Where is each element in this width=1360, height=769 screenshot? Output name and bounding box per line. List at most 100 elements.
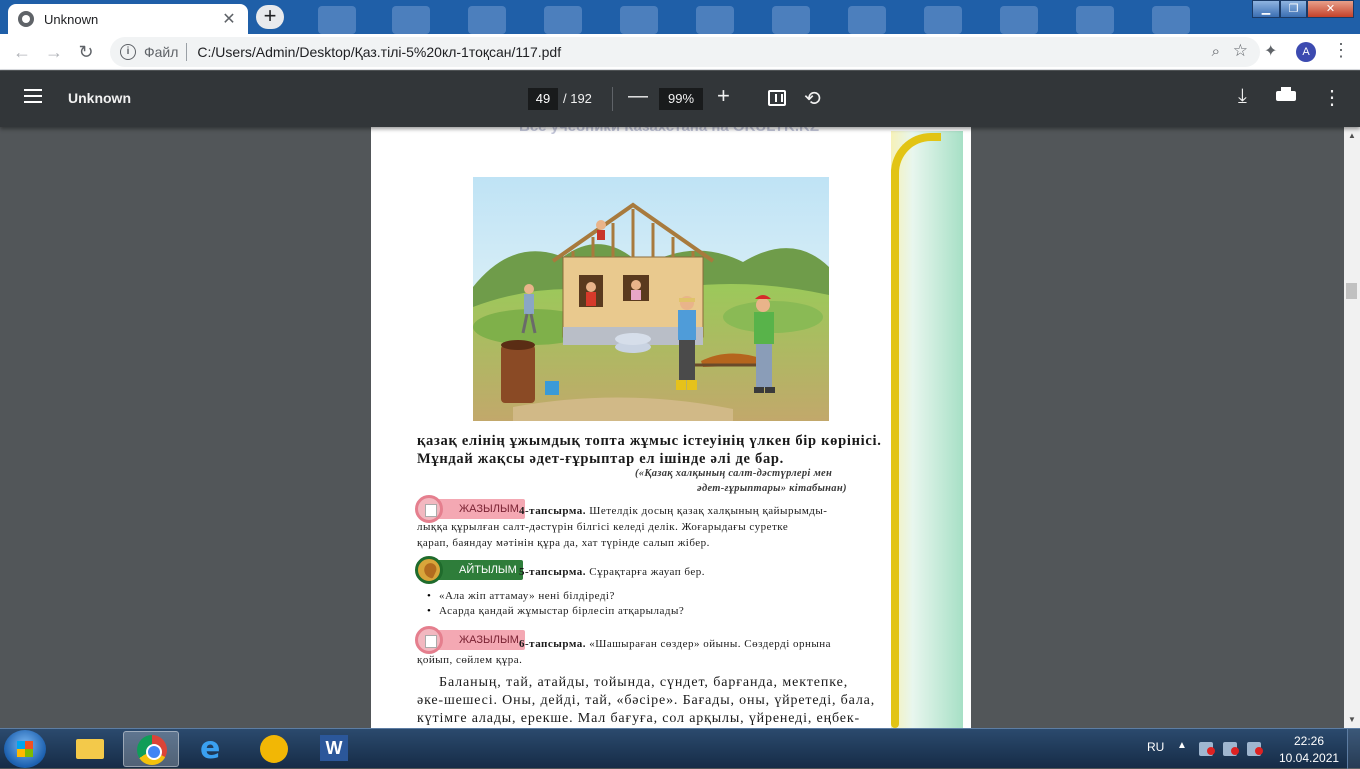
scroll-down-arrow-icon[interactable]: ▼ — [1348, 715, 1356, 724]
text-line: қазақ елінің ұжымдық топта жұмыс істеуін… — [417, 433, 882, 449]
page-number-input[interactable]: 49 — [528, 88, 558, 110]
page-total: / 192 — [563, 91, 592, 106]
text-line: Мұндай жақсы әдет-ғұрыптар ел ішінде әлі… — [417, 451, 784, 467]
info-icon[interactable]: i — [120, 43, 136, 60]
task-label: 5-тапсырма. — [519, 566, 586, 578]
scroll-thumb[interactable] — [1346, 283, 1357, 299]
fit-to-page-icon[interactable] — [768, 90, 786, 106]
address-scheme: Файл — [144, 43, 179, 60]
desktop-icon — [848, 6, 886, 34]
bullet-icon: • — [427, 590, 431, 602]
close-tab-icon[interactable]: ✕ — [220, 9, 238, 29]
desktop-icon — [620, 6, 658, 34]
page-decoration — [891, 131, 963, 728]
zoom-magnifier-icon[interactable]: ⌕ — [1212, 43, 1220, 60]
pdf-title: Unknown — [68, 90, 131, 106]
reload-icon[interactable]: ↻ — [70, 36, 102, 68]
internet-explorer-icon[interactable] — [184, 731, 240, 767]
task-6-text: қойып, сөйлем құра. — [417, 654, 523, 666]
paragraph-line: күтімге алады, ерекше. Мал бағуға, сол а… — [417, 711, 860, 726]
windows-taskbar: RU ▲ 22:26 10.04.2021 — [0, 728, 1360, 769]
pdf-page: Все учебники Казахстана на OKULYK.KZ — [371, 127, 971, 728]
browser-toolbar: ← → ↻ i Файл C:/Users/Admin/Desktop/Қаз.… — [0, 34, 1360, 70]
print-icon[interactable] — [1276, 87, 1296, 103]
error-x-icon — [1231, 747, 1239, 755]
illustration-svg — [473, 177, 829, 421]
bookmark-star-icon[interactable]: ☆ — [1233, 41, 1248, 61]
chrome-icon[interactable] — [123, 731, 179, 767]
task-6-text: 6-тапсырма. «Шашыраған сөздер» ойыны. Сө… — [519, 638, 831, 650]
task-text: «Шашыраған сөздер» ойыны. Сөздерді орнын… — [585, 638, 832, 650]
task-text: Сұрақтарға жауап бер. — [585, 566, 706, 578]
extensions-puzzle-icon[interactable]: ✦ — [1264, 41, 1277, 61]
address-bar[interactable]: i Файл C:/Users/Admin/Desktop/Қаз.тілі-5… — [110, 36, 1260, 67]
tab-strip: Unknown ✕ + ▁ ❐ ✕ — [0, 0, 1360, 34]
desktop-icon — [544, 6, 582, 34]
watermark: Все учебники Казахстана на OKULYK.KZ — [519, 127, 819, 135]
toolbar-divider — [612, 87, 613, 111]
back-arrow-icon[interactable]: ← — [6, 36, 38, 68]
notebook-icon — [415, 495, 443, 523]
globe-icon — [18, 11, 34, 27]
file-explorer-icon[interactable] — [62, 731, 118, 767]
source-citation: әдет-ғұрыптары» кітабынан) — [697, 483, 847, 494]
pdf-toolbar: Unknown 49 / 192 — 99% + ⟲ ⤓ ⋮ — [0, 71, 1360, 127]
new-tab-button[interactable]: + — [256, 5, 284, 29]
paragraph-line: әке-шешесі. Оны, дейді, тай, «бәсіре». Б… — [417, 693, 876, 708]
forward-arrow-icon[interactable]: → — [38, 36, 70, 68]
error-x-icon — [1255, 747, 1263, 755]
desktop-icon — [772, 6, 810, 34]
tab-title: Unknown — [44, 11, 99, 27]
paragraph-line: Баланың, тай, атайды, тойында, сүндет, б… — [439, 675, 849, 690]
start-button[interactable] — [4, 730, 46, 768]
desktop-icon — [1076, 6, 1114, 34]
error-x-icon — [1207, 747, 1215, 755]
desktop-icon — [696, 6, 734, 34]
task-label: 4-тапсырма. — [519, 505, 586, 517]
task-5-text: 5-тапсырма. Сұрақтарға жауап бер. — [519, 566, 705, 578]
browser-menu-icon[interactable]: ⋮ — [1332, 40, 1350, 61]
question-item: Асарда қандай жұмыстар бірлесіп атқарыла… — [439, 605, 685, 617]
app-triangle-icon[interactable] — [245, 731, 301, 767]
desktop-icon — [1152, 6, 1190, 34]
source-citation: («Қазақ халқының салт-дәстүрлері мен — [635, 468, 833, 479]
address-divider — [186, 42, 188, 61]
show-desktop-button[interactable] — [1347, 729, 1360, 769]
browser-tab[interactable]: Unknown ✕ — [8, 4, 248, 34]
page-decoration-bar — [891, 167, 899, 728]
rotate-icon[interactable]: ⟲ — [804, 86, 821, 111]
task-4-text: қарап, баяндау мәтінін құра да, хат түрі… — [417, 537, 710, 549]
word-icon[interactable] — [306, 731, 362, 767]
address-url[interactable]: C:/Users/Admin/Desktop/Қаз.тілі-5%20кл-1… — [197, 44, 561, 60]
pdf-viewer[interactable]: Все учебники Казахстана на OKULYK.KZ — [0, 127, 1344, 728]
desktop-icon — [1000, 6, 1038, 34]
language-indicator[interactable]: RU — [1147, 740, 1164, 754]
task-4-text: 4-тапсырма. Шетелдік досың қазақ халқыны… — [519, 505, 885, 517]
bullet-icon: • — [427, 605, 431, 617]
zoom-out-icon[interactable]: — — [628, 85, 648, 108]
task-label: 6-тапсырма. — [519, 638, 586, 650]
clock-time[interactable]: 22:26 — [1294, 734, 1324, 748]
close-window-button[interactable]: ✕ — [1307, 0, 1354, 18]
minimize-button[interactable]: ▁ — [1252, 0, 1280, 18]
vertical-scrollbar[interactable]: ▲ ▼ — [1344, 127, 1360, 728]
more-options-icon[interactable]: ⋮ — [1322, 85, 1342, 110]
zoom-in-icon[interactable]: + — [717, 83, 730, 109]
profile-avatar[interactable]: A — [1296, 42, 1316, 62]
desktop-icon — [392, 6, 430, 34]
maximize-button[interactable]: ❐ — [1280, 0, 1307, 18]
scroll-up-arrow-icon[interactable]: ▲ — [1348, 131, 1356, 140]
desktop-icon — [468, 6, 506, 34]
notebook-icon — [415, 626, 443, 654]
hamburger-menu-icon[interactable] — [24, 89, 42, 107]
illustration-house-building — [473, 177, 829, 421]
clock-date[interactable]: 10.04.2021 — [1279, 751, 1339, 765]
desktop-icon — [924, 6, 962, 34]
speaker-icon — [415, 556, 443, 584]
download-icon[interactable]: ⤓ — [1238, 85, 1247, 108]
task-4-text: лыққа құрылған салт-дәстүрін білгісі кел… — [417, 521, 789, 533]
tray-expand-icon[interactable]: ▲ — [1177, 740, 1187, 751]
zoom-level-input[interactable]: 99% — [659, 88, 703, 110]
question-item: «Ала жіп аттамау» нені білдіреді? — [439, 590, 615, 602]
task-text: Шетелдік досың қазақ халқының қайырымды- — [585, 505, 828, 517]
